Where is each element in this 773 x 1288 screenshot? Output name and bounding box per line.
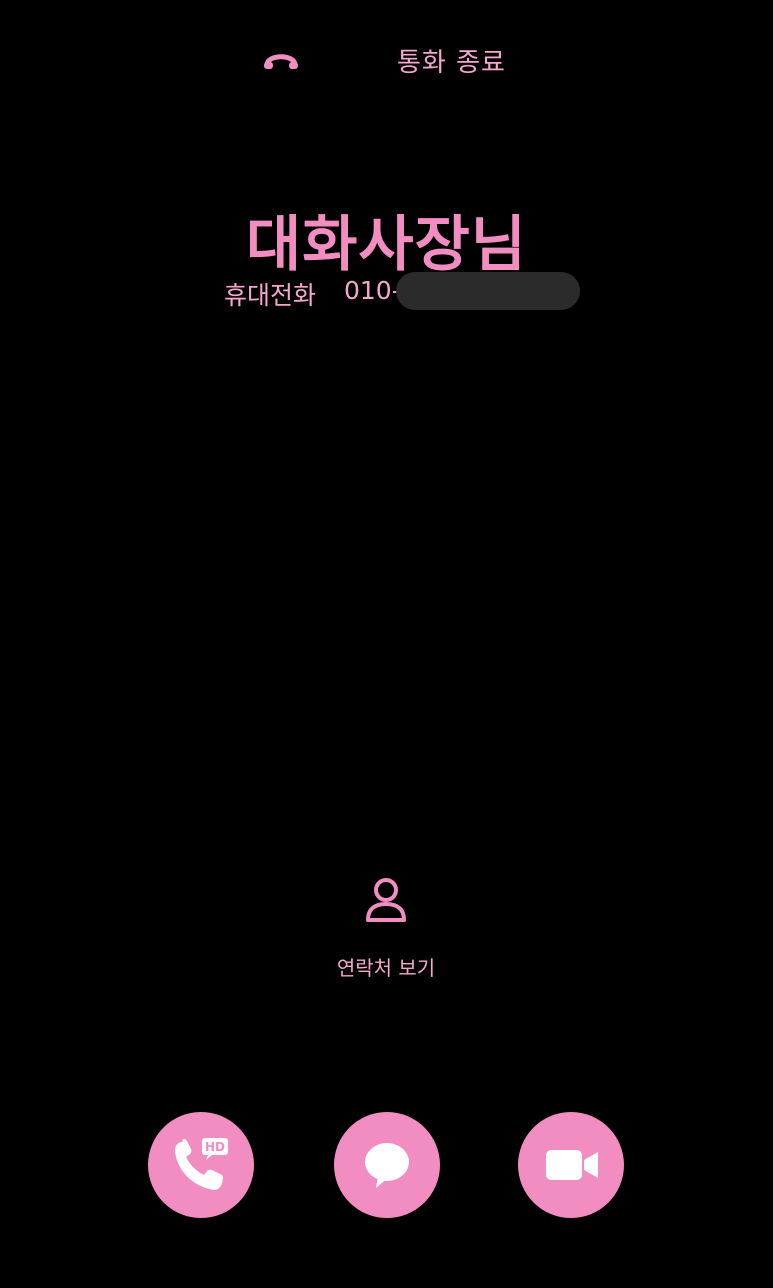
- video-call-button[interactable]: [518, 1112, 624, 1218]
- hd-voice-call-button[interactable]: HD: [148, 1112, 254, 1218]
- caller-number-line: 휴대전화 010-: [224, 272, 624, 312]
- person-icon: [366, 878, 406, 922]
- view-contact-button[interactable]: 연락처 보기: [306, 872, 466, 987]
- message-button[interactable]: [334, 1112, 440, 1218]
- call-status-bar: 통화 종료: [0, 40, 773, 80]
- chat-bubble-icon: [365, 1143, 409, 1188]
- phone-hd-icon: HD: [175, 1138, 228, 1190]
- hd-badge: HD: [205, 1140, 225, 1154]
- call-end-icon: [264, 54, 298, 69]
- redacted-number-block: [396, 272, 580, 310]
- caller-name: 대화사장님: [246, 210, 527, 280]
- number-type-label: 휴대전화: [224, 281, 317, 310]
- call-status-text: 통화 종료: [397, 48, 506, 78]
- view-contact-label: 연락처 보기: [336, 956, 436, 980]
- phone-number: 010-: [344, 276, 401, 305]
- video-camera-icon: [546, 1150, 598, 1180]
